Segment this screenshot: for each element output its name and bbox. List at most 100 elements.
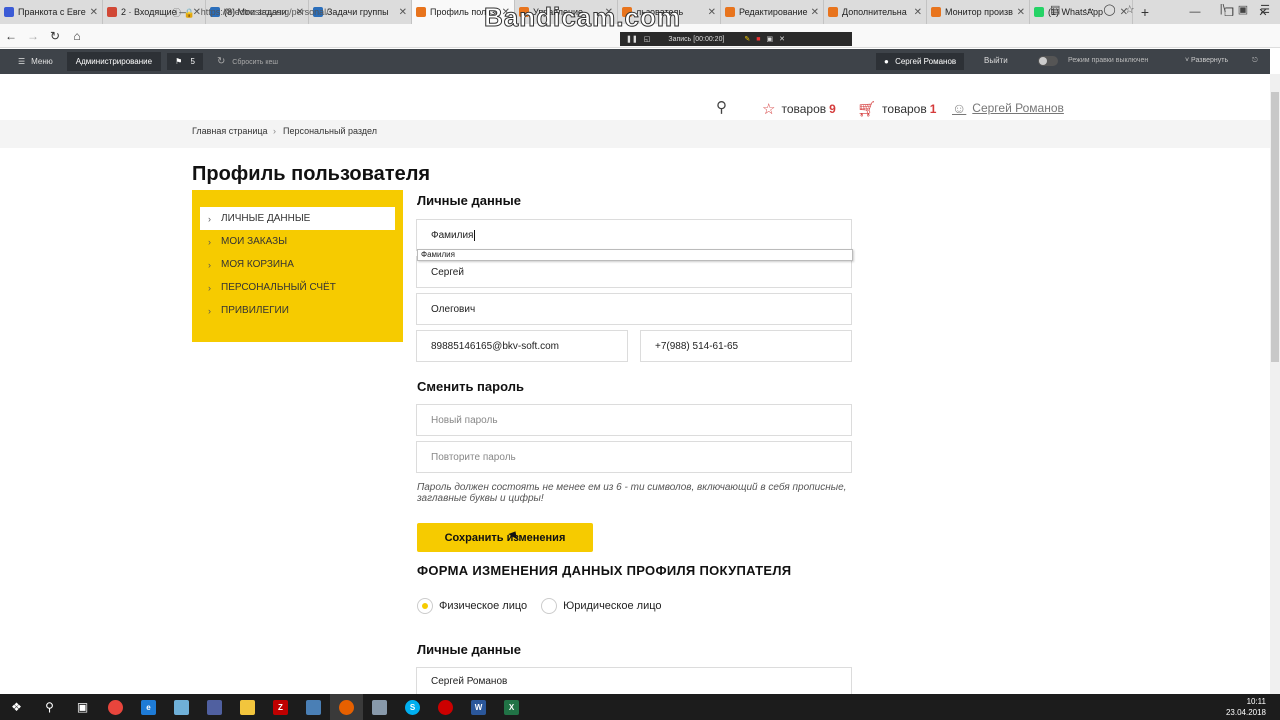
- filezilla-icon[interactable]: Z: [264, 694, 297, 720]
- excel-icon[interactable]: X: [495, 694, 528, 720]
- admin-button[interactable]: Администрирование: [66, 52, 162, 71]
- breadcrumb-separator: ›: [273, 126, 276, 136]
- fullname-field[interactable]: Сергей Романов: [416, 667, 852, 694]
- app-icon[interactable]: [363, 694, 396, 720]
- task-view-icon[interactable]: ▣: [66, 694, 99, 720]
- hamburger-icon: ☰: [18, 57, 26, 66]
- recorder-screenshot-icon[interactable]: ◱: [644, 35, 651, 43]
- address-bar-actions: ▤ ⋯ ◯ ☆: [1050, 3, 1135, 16]
- cart-icon: 🛒︎: [857, 101, 877, 118]
- site-top-menu-clipped: [0, 74, 1270, 92]
- notification-count: 5: [190, 57, 195, 66]
- buyer-personal-title: Личные данные: [417, 642, 521, 657]
- recorder-toolbar: ❚❚ ◱ Запись [00:00:20] ✎ ■ ▣ ✕: [620, 32, 852, 46]
- favorites-link[interactable]: ☆ товаров 9: [762, 100, 836, 118]
- side-menu-item[interactable]: › МОИ ЗАКАЗЫ: [200, 230, 395, 253]
- cart-link[interactable]: 🛒︎ товаров 1: [857, 100, 936, 118]
- side-menu-item[interactable]: › ЛИЧНЫЕ ДАННЫЕ: [200, 207, 395, 230]
- file-explorer-icon[interactable]: [231, 694, 264, 720]
- browser-tab[interactable]: Пранкота с Евге ✕: [0, 0, 103, 24]
- new-tab-button[interactable]: +: [1133, 0, 1157, 24]
- firstname-value: Сергей: [431, 266, 464, 278]
- pencil-icon[interactable]: ✎: [744, 35, 750, 43]
- admin-user-button[interactable]: ● Сергей Романов: [876, 53, 965, 70]
- admin-menu-button[interactable]: ☰ Меню: [18, 57, 53, 66]
- favorites-count: 9: [829, 102, 836, 116]
- repeat-password-placeholder: Повторите пароль: [431, 451, 516, 463]
- personal-data-title: Личные данные: [417, 193, 521, 208]
- phone-field[interactable]: +7(988) 514-61-65: [640, 330, 852, 362]
- reader-icon[interactable]: ▤: [1050, 3, 1060, 16]
- edge-icon[interactable]: e: [132, 694, 165, 720]
- side-menu-item[interactable]: › ПРИВИЛЕГИИ: [200, 299, 395, 322]
- sidebar-icon[interactable]: ▣: [1238, 3, 1248, 16]
- radio-individual-label[interactable]: Физическое лицо: [439, 600, 527, 612]
- admin-panel: ☰ Меню Администрирование ⚑ 5 ↻ Сбросить …: [0, 49, 1270, 74]
- search-icon[interactable]: ⚲: [716, 98, 727, 116]
- more-icon[interactable]: ⋯: [1083, 3, 1094, 16]
- side-menu-item[interactable]: › МОЯ КОРЗИНА: [200, 253, 395, 276]
- app-icon[interactable]: [297, 694, 330, 720]
- logout-link[interactable]: Выйти: [984, 56, 1008, 65]
- buyer-type-radio-group: Физическое лицо Юридическое лицо: [417, 598, 662, 614]
- radio-individual[interactable]: [417, 598, 433, 614]
- refresh-icon: ↻: [216, 56, 226, 67]
- edit-mode-toggle[interactable]: [1038, 56, 1058, 66]
- scrollbar-thumb[interactable]: [1271, 92, 1279, 362]
- expand-panel-button[interactable]: ˅ Развернуть ⎋: [1185, 57, 1258, 65]
- header-user-name: Сергей Романов: [972, 101, 1064, 115]
- chevron-right-icon: ›: [208, 282, 211, 293]
- hamburger-icon[interactable]: ☰: [1260, 3, 1270, 16]
- user-profile-link[interactable]: ☺ Сергей Романов: [952, 100, 1064, 116]
- notifications-button[interactable]: ⚑ 5: [167, 53, 203, 70]
- bookmark-star-icon[interactable]: ☆: [1125, 3, 1135, 16]
- firefox-icon[interactable]: [330, 694, 363, 720]
- radio-legal-label[interactable]: Юридическое лицо: [563, 600, 661, 612]
- app-icon[interactable]: [165, 694, 198, 720]
- windows-start-icon[interactable]: ❖: [0, 694, 33, 720]
- page-scrollbar[interactable]: [1270, 74, 1280, 694]
- back-icon[interactable]: ←: [0, 25, 22, 47]
- search-icon[interactable]: ⚲: [33, 694, 66, 720]
- recorder-close-icon[interactable]: ✕: [779, 35, 785, 43]
- buyer-form-title: ФОРМА ИЗМЕНЕНИЯ ДАННЫХ ПРОФИЛЯ ПОКУПАТЕЛ…: [417, 563, 792, 578]
- lastname-field[interactable]: Фамилия: [416, 219, 852, 251]
- recording-label: Запись [00:00:20]: [668, 35, 725, 43]
- cart-label: товаров: [882, 102, 927, 116]
- email-field[interactable]: 89885146165@bkv-soft.com: [416, 330, 628, 362]
- bandicam-icon[interactable]: [429, 694, 462, 720]
- minimize-icon[interactable]: —: [1178, 0, 1212, 24]
- new-password-field[interactable]: Новый пароль: [416, 404, 852, 436]
- user-icon: ☺: [952, 100, 967, 116]
- admin-user-name: Сергей Романов: [895, 57, 957, 66]
- autocomplete-suggestion[interactable]: Фамилия: [417, 249, 853, 261]
- side-menu-item[interactable]: › ПЕРСОНАЛЬНЫЙ СЧЁТ: [200, 276, 395, 299]
- chrome-icon[interactable]: [99, 694, 132, 720]
- camera-icon[interactable]: ▣: [767, 35, 774, 43]
- tab-favicon-icon: [107, 7, 117, 17]
- app-icon[interactable]: [198, 694, 231, 720]
- recorder-pause-icon[interactable]: ❚❚: [626, 35, 638, 43]
- forward-icon[interactable]: →: [22, 25, 44, 47]
- favorites-label: товаров: [781, 102, 827, 116]
- word-icon[interactable]: W: [462, 694, 495, 720]
- toolbar-right: |\ ▣ ☰: [1220, 3, 1270, 16]
- clear-cache-button[interactable]: ↻ Сбросить кеш: [217, 56, 278, 67]
- system-clock[interactable]: 10:11 23.04.2018: [1226, 696, 1266, 718]
- library-icon[interactable]: |\: [1220, 3, 1226, 16]
- record-stop-icon[interactable]: ■: [756, 36, 760, 43]
- radio-legal[interactable]: [541, 598, 558, 614]
- side-menu-label: ПЕРСОНАЛЬНЫЙ СЧЁТ: [221, 282, 336, 293]
- chevron-down-icon: ˅: [1185, 57, 1190, 64]
- pocket-icon[interactable]: ◯: [1103, 3, 1115, 16]
- save-changes-button[interactable]: Сохранить изменения: [417, 523, 593, 552]
- repeat-password-field[interactable]: Повторите пароль: [416, 441, 852, 473]
- chevron-right-icon: ›: [208, 259, 211, 270]
- reload-icon[interactable]: ↻: [44, 25, 66, 47]
- skype-icon[interactable]: S: [396, 694, 429, 720]
- home-icon[interactable]: ⌂: [66, 25, 88, 47]
- breadcrumb-home[interactable]: Главная страница: [192, 126, 268, 136]
- middlename-field[interactable]: Олегович: [416, 293, 852, 325]
- tab-close-icon[interactable]: ✕: [90, 7, 98, 18]
- page-title: Профиль пользователя: [192, 163, 431, 185]
